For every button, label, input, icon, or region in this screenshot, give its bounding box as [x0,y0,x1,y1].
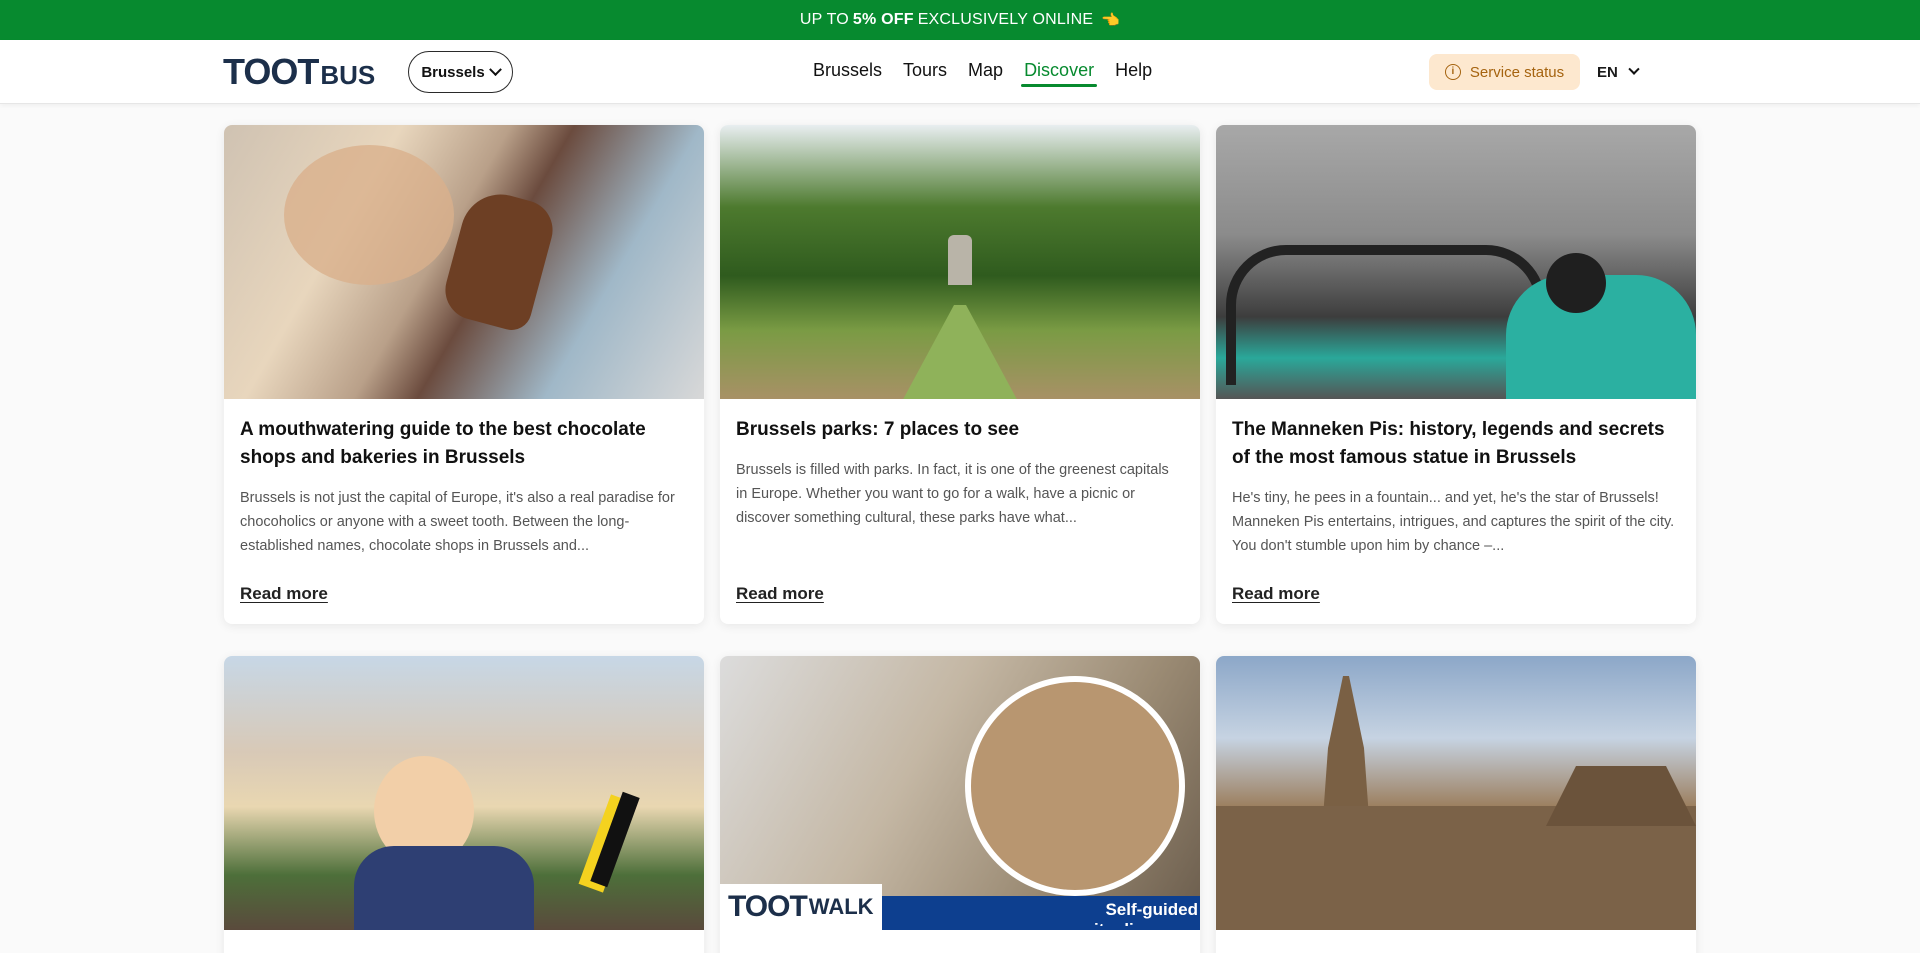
card-excerpt: He's tiny, he pees in a fountain... and … [1232,490,1675,554]
chocolate-photo [224,125,704,399]
child-with-flag-photo [224,656,704,930]
tootwalk-photo: Self-guided city discovery TOOT WALK [720,656,1200,930]
main-nav: Brussels Tours Map Discover Help [810,40,1170,104]
article-card[interactable] [224,656,704,953]
nav-map[interactable]: Map [965,40,1006,104]
card-title: A mouthwatering guide to the best chocol… [240,419,646,468]
tootbus-logo[interactable]: TOOT BUS [223,50,375,94]
city-selector-label: Brussels [421,63,485,81]
chevron-down-icon [1628,63,1640,75]
logo-main-text: TOOT [223,51,319,92]
card-title: Brussels parks: 7 places to see [736,419,1020,440]
read-more-link[interactable]: Read more [240,584,328,604]
chevron-down-icon [488,62,502,76]
nav-tours[interactable]: Tours [900,40,950,104]
promo-highlight: 5% OFF [852,11,914,28]
card-excerpt: Brussels is not just the capital of Euro… [240,490,675,554]
article-card[interactable]: Brussels parks: 7 places to see Brussels… [720,125,1200,624]
tootwalk-logo-main: TOOT [728,890,808,923]
read-more-link[interactable]: Read more [736,584,824,604]
park-photo [720,125,1200,399]
tootwalk-logo: TOOT WALK [720,884,882,930]
card-title: The Manneken Pis: history, legends and s… [1232,419,1665,468]
tootwalk-logo-sub: WALK [808,894,874,919]
card-excerpt: Brussels is filled with parks. In fact, … [736,462,1169,526]
grand-place-photo [1216,656,1696,930]
site-header: TOOT BUS Brussels Brussels Tours Map Dis… [0,40,1920,104]
language-selector[interactable]: EN [1597,54,1640,90]
article-card[interactable]: A mouthwatering guide to the best chocol… [224,125,704,624]
nav-brussels[interactable]: Brussels [810,40,885,104]
info-icon: i [1444,64,1461,80]
service-status-label: Service status [1469,63,1565,81]
logo-sub-text: BUS [320,60,376,90]
tootwalk-tagline: Self-guided city discovery [1085,900,1198,926]
language-label: EN [1597,63,1618,81]
promo-prefix: UP TO [799,11,849,28]
nav-discover[interactable]: Discover [1021,40,1098,104]
article-card[interactable]: Self-guided city discovery TOOT WALK [720,656,1200,953]
read-more-link[interactable]: Read more [1232,584,1320,604]
article-card[interactable] [1216,656,1696,953]
city-selector[interactable]: Brussels [408,51,513,93]
article-card[interactable]: The Manneken Pis: history, legends and s… [1216,125,1696,624]
service-status-button[interactable]: i Service status [1429,54,1580,90]
promo-suffix: EXCLUSIVELY ONLINE [917,11,1094,28]
manneken-pis-photo [1216,125,1696,399]
nav-help[interactable]: Help [1112,40,1155,104]
pointing-hand-icon: 👈 [1101,12,1121,29]
promo-banner[interactable]: UP TO 5% OFF EXCLUSIVELY ONLINE 👈 [0,0,1920,40]
